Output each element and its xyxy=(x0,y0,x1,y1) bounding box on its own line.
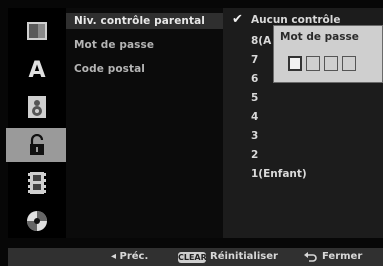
parental-settings-menu: Niv. contrôle parental Mot de passe Code… xyxy=(66,8,223,238)
disc-menu-icon[interactable] xyxy=(8,14,66,48)
checkmark-icon: ✔ xyxy=(232,12,243,27)
help-bar: ◂ Préc. CLEAR Réinitialiser Fermer xyxy=(8,248,383,266)
level-option[interactable]: 7 xyxy=(251,54,258,66)
pin-entry xyxy=(288,56,360,71)
password-popup: Mot de passe xyxy=(273,25,383,83)
audio-speaker-icon[interactable] xyxy=(8,90,66,124)
pin-digit-box[interactable] xyxy=(288,56,302,71)
pin-digit-box[interactable] xyxy=(324,56,338,71)
pin-digit-box[interactable] xyxy=(342,56,356,71)
pin-digit-box[interactable] xyxy=(306,56,320,71)
lock-icon[interactable] xyxy=(6,128,68,162)
svg-text:A: A xyxy=(28,58,45,81)
setup-category-sidebar: A xyxy=(6,8,68,238)
reset-hint[interactable]: Réinitialiser xyxy=(210,251,278,262)
disc-icon[interactable] xyxy=(8,204,66,238)
prev-hint[interactable]: ◂ Préc. xyxy=(111,251,148,262)
film-icon[interactable] xyxy=(8,166,66,200)
popup-title: Mot de passe xyxy=(280,31,359,43)
level-option[interactable]: 1(Enfant) xyxy=(251,168,307,180)
return-icon xyxy=(304,251,318,266)
menu-item-parental-level[interactable]: Niv. contrôle parental xyxy=(66,13,223,29)
level-option[interactable]: 8(A xyxy=(251,35,271,47)
level-option[interactable]: 5 xyxy=(251,92,258,104)
level-option[interactable]: 2 xyxy=(251,149,258,161)
menu-item-password[interactable]: Mot de passe xyxy=(74,39,154,51)
parental-control-screen: A Niv. contrôle parental Mot de passe Co… xyxy=(0,0,383,266)
level-option[interactable]: 4 xyxy=(251,111,258,123)
menu-item-postal-code[interactable]: Code postal xyxy=(74,63,145,75)
level-option[interactable]: 3 xyxy=(251,130,258,142)
language-icon[interactable]: A xyxy=(8,52,66,86)
close-hint[interactable]: Fermer xyxy=(322,251,362,262)
level-option[interactable]: 6 xyxy=(251,73,258,85)
clear-button-badge: CLEAR xyxy=(178,252,207,263)
